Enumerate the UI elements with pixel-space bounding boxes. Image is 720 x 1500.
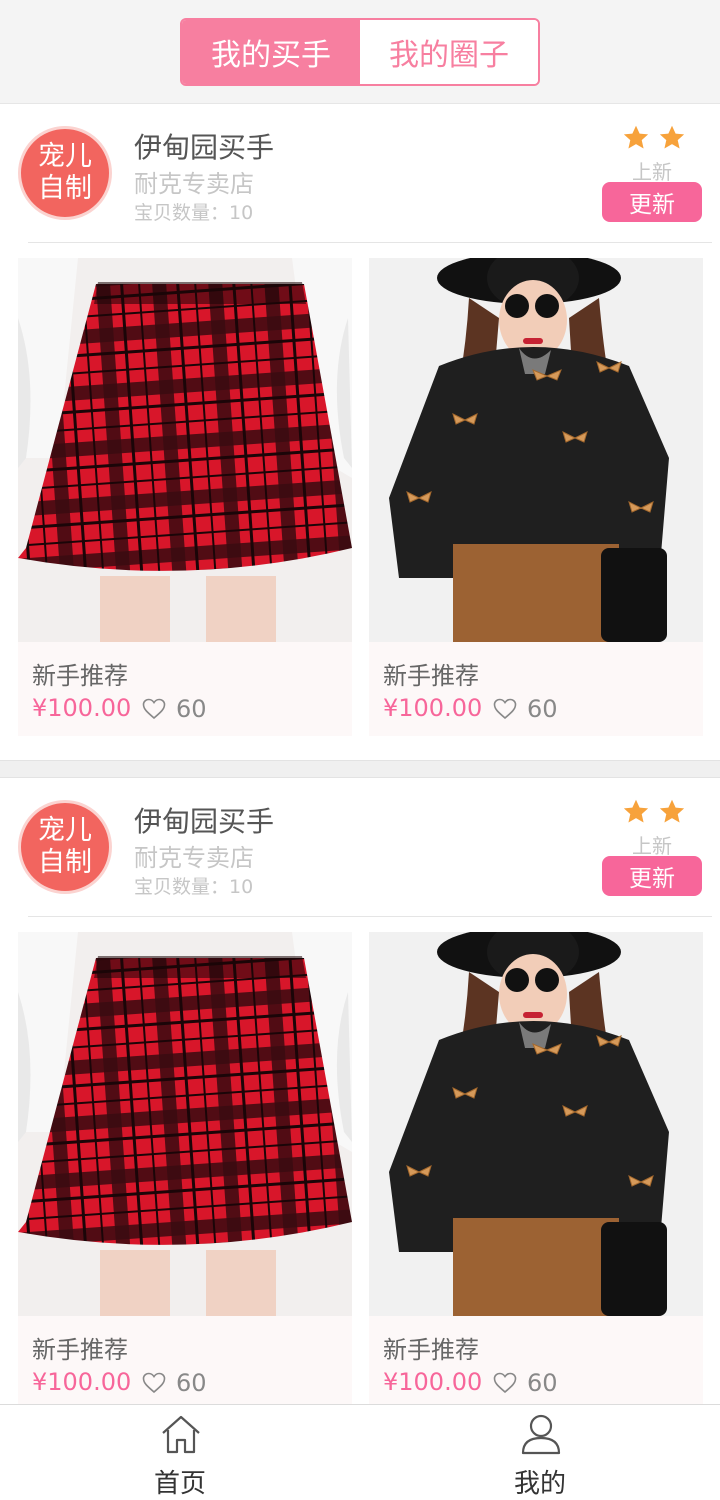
shop-logo-text: 宠儿 自制 — [38, 815, 92, 878]
like-count[interactable]: 60 — [142, 1369, 207, 1397]
shop-subtitle: 耐克专卖店 — [134, 170, 254, 198]
nav-label-mine: 我的 — [513, 1469, 566, 1499]
shop-subtitle: 耐克专卖店 — [134, 844, 254, 872]
rating-stars — [622, 798, 686, 828]
like-count-value: 60 — [527, 695, 558, 723]
shop-item-count: 宝贝数量：10 — [134, 202, 254, 224]
rating-stars — [622, 124, 686, 154]
divider — [28, 916, 712, 917]
product-image-bow-sweater[interactable] — [369, 258, 703, 642]
product-price: ¥100.00 — [383, 694, 483, 722]
segmented-tabs: 我的买手 我的圈子 — [180, 18, 540, 86]
product-title: 新手推荐 — [32, 662, 128, 690]
heart-icon[interactable] — [493, 1372, 517, 1394]
shop-name: 伊甸园买手 — [134, 805, 275, 838]
like-count[interactable]: 60 — [493, 1369, 558, 1397]
divider — [28, 242, 712, 243]
heart-icon[interactable] — [142, 1372, 166, 1394]
star-icon — [623, 125, 649, 149]
nav-item-home[interactable]: 首页 — [0, 1405, 360, 1500]
heart-icon[interactable] — [142, 698, 166, 720]
new-arrivals-label: 上新 — [632, 834, 672, 858]
star-icon — [659, 799, 685, 823]
product-card[interactable]: 新手推荐 ¥100.00 60 — [369, 258, 703, 736]
tab-my-buyers[interactable]: 我的买手 — [182, 20, 360, 84]
update-button[interactable]: 更新 — [602, 182, 702, 222]
heart-icon[interactable] — [493, 698, 517, 720]
star-icon — [623, 799, 649, 823]
new-arrivals-label: 上新 — [632, 160, 672, 184]
product-image-plaid-skirt[interactable] — [18, 932, 352, 1316]
shop-logo-text: 宠儿 自制 — [38, 141, 92, 204]
header: 我的买手 我的圈子 — [0, 0, 720, 104]
user-icon[interactable] — [520, 1413, 562, 1455]
section-separator — [0, 760, 720, 778]
shop-name: 伊甸园买手 — [134, 131, 275, 164]
product-title: 新手推荐 — [32, 1336, 128, 1364]
shop-logo: 宠儿 自制 — [18, 126, 112, 220]
shop-logo: 宠儿 自制 — [18, 800, 112, 894]
tab-my-circle[interactable]: 我的圈子 — [360, 20, 538, 84]
product-price: ¥100.00 — [32, 1368, 132, 1396]
product-card[interactable]: 新手推荐 ¥100.00 60 — [18, 258, 352, 736]
product-price: ¥100.00 — [383, 1368, 483, 1396]
nav-item-mine[interactable]: 我的 — [360, 1405, 720, 1500]
like-count-value: 60 — [176, 695, 207, 723]
shop-item-count: 宝贝数量：10 — [134, 876, 254, 898]
product-title: 新手推荐 — [383, 1336, 479, 1364]
shop-card[interactable]: 宠儿 自制 伊甸园买手 耐克专卖店 宝贝数量：10 上新 更新 新手推荐 ¥10… — [0, 778, 720, 1434]
product-card[interactable]: 新手推荐 ¥100.00 60 — [369, 932, 703, 1410]
product-card[interactable]: 新手推荐 ¥100.00 60 — [18, 932, 352, 1410]
update-button[interactable]: 更新 — [602, 856, 702, 896]
product-image-plaid-skirt[interactable] — [18, 258, 352, 642]
product-title: 新手推荐 — [383, 662, 479, 690]
bottom-nav: 首页 我的 — [0, 1404, 720, 1500]
like-count-value: 60 — [527, 1369, 558, 1397]
shop-card[interactable]: 宠儿 自制 伊甸园买手 耐克专卖店 宝贝数量：10 上新 更新 新手推荐 ¥10… — [0, 104, 720, 760]
like-count[interactable]: 60 — [493, 695, 558, 723]
home-icon[interactable] — [160, 1413, 202, 1455]
product-price: ¥100.00 — [32, 694, 132, 722]
like-count-value: 60 — [176, 1369, 207, 1397]
product-image-bow-sweater[interactable] — [369, 932, 703, 1316]
star-icon — [659, 125, 685, 149]
like-count[interactable]: 60 — [142, 695, 207, 723]
